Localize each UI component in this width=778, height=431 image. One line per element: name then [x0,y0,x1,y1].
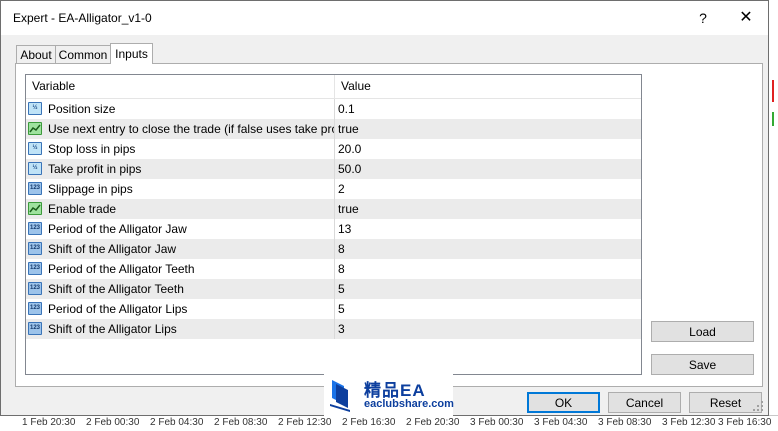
value-cell[interactable]: 0.1 [335,99,641,119]
time-axis-label: 2 Feb 08:30 [214,417,268,428]
variable-name: Enable trade [48,202,117,216]
help-button[interactable]: ? [689,5,717,31]
close-button[interactable]: ✕ [732,5,760,31]
table-row[interactable]: 123 Period of the Alligator Jaw 13 [26,219,641,239]
tab-common[interactable]: Common [55,45,111,63]
variable-name: Position size [48,102,116,116]
time-axis-label: 3 Feb 12:30 [662,417,716,428]
chart-candle [772,80,774,102]
variable-name: Shift of the Alligator Jaw [48,242,177,256]
table-row[interactable]: 123 Shift of the Alligator Teeth 5 [26,279,641,299]
bool-type-icon [28,202,42,215]
value-cell[interactable]: 5 [335,299,641,319]
time-axis-label: 2 Feb 00:30 [86,417,140,428]
column-header-variable[interactable]: Variable [26,75,335,98]
variable-name: Use next entry to close the trade (if fa… [48,122,335,136]
eaclubshare-logo-icon [330,380,350,412]
value-cell[interactable]: 8 [335,239,641,259]
save-button[interactable]: Save [651,354,754,375]
time-axis-label: 1 Feb 20:30 [22,417,76,428]
grid-body: ½ Position size 0.1 Use next entry to close… [26,99,641,339]
variable-cell: ½ Position size [26,99,335,119]
table-row[interactable]: Use next entry to close the trade (if fa… [26,119,641,139]
variable-cell: 123 Shift of the Alligator Jaw [26,239,335,259]
title-bar[interactable]: Expert - EA-Alligator_v1-0 ? ✕ [1,1,768,35]
watermark: 精品EA eaclubshare.com [324,374,454,418]
chart-candle [772,112,774,126]
table-row[interactable]: Enable trade true [26,199,641,219]
column-header-value[interactable]: Value [335,75,641,98]
double-type-icon: ½ [28,162,42,175]
grid-header: Variable Value [26,75,641,99]
time-axis-label: 2 Feb 12:30 [278,417,332,428]
table-row[interactable]: ½ Take profit in pips 50.0 [26,159,641,179]
time-axis-label: 3 Feb 00:30 [470,417,524,428]
bool-type-icon [28,122,42,135]
value-cell[interactable]: 20.0 [335,139,641,159]
variable-name: Period of the Alligator Jaw [48,222,187,236]
table-row[interactable]: 123 Period of the Alligator Lips 5 [26,299,641,319]
integer-type-icon: 123 [28,302,42,315]
variable-cell: Enable trade [26,199,335,219]
variable-cell: 123 Period of the Alligator Teeth [26,259,335,279]
double-type-icon: ½ [28,102,42,115]
table-row[interactable]: ½ Position size 0.1 [26,99,641,119]
table-row[interactable]: ½ Stop loss in pips 20.0 [26,139,641,159]
variable-name: Take profit in pips [48,162,142,176]
watermark-subtitle: eaclubshare.com [364,398,454,410]
variable-name: Shift of the Alligator Teeth [48,282,184,296]
table-row[interactable]: 123 Period of the Alligator Teeth 8 [26,259,641,279]
variable-cell: Use next entry to close the trade (if fa… [26,119,335,139]
variable-name: Slippage in pips [48,182,133,196]
integer-type-icon: 123 [28,222,42,235]
load-button[interactable]: Load [651,321,754,342]
value-cell[interactable]: 13 [335,219,641,239]
integer-type-icon: 123 [28,282,42,295]
double-type-icon: ½ [28,142,42,155]
time-axis-label: 2 Feb 20:30 [406,417,460,428]
time-axis-label: 3 Feb 04:30 [534,417,588,428]
variable-name: Stop loss in pips [48,142,136,156]
variable-cell: 123 Shift of the Alligator Teeth [26,279,335,299]
value-cell[interactable]: 5 [335,279,641,299]
cancel-button[interactable]: Cancel [608,392,681,413]
integer-type-icon: 123 [28,242,42,255]
variable-cell: 123 Shift of the Alligator Lips [26,319,335,339]
integer-type-icon: 123 [28,322,42,335]
value-cell[interactable]: true [335,119,641,139]
variable-cell: ½ Stop loss in pips [26,139,335,159]
table-row[interactable]: 123 Shift of the Alligator Lips 3 [26,319,641,339]
integer-type-icon: 123 [28,182,42,195]
time-axis-label: 3 Feb 16:30 [718,417,772,428]
tab-inputs[interactable]: Inputs [110,43,153,64]
variable-name: Shift of the Alligator Lips [48,322,177,336]
variable-cell: ½ Take profit in pips [26,159,335,179]
variable-name: Period of the Alligator Teeth [48,262,195,276]
window-title: Expert - EA-Alligator_v1-0 [13,11,152,25]
time-axis-label: 3 Feb 08:30 [598,417,652,428]
value-cell[interactable]: 2 [335,179,641,199]
variable-cell: 123 Slippage in pips [26,179,335,199]
time-axis-label: 2 Feb 16:30 [342,417,396,428]
time-axis-label: 2 Feb 04:30 [150,417,204,428]
value-cell[interactable]: 3 [335,319,641,339]
integer-type-icon: 123 [28,262,42,275]
variable-cell: 123 Period of the Alligator Jaw [26,219,335,239]
inputs-grid[interactable]: Variable Value ½ Position size 0.1 Use next… [25,74,642,375]
variable-name: Period of the Alligator Lips [48,302,188,316]
table-row[interactable]: 123 Slippage in pips 2 [26,179,641,199]
value-cell[interactable]: 50.0 [335,159,641,179]
tab-about[interactable]: About [16,45,56,63]
value-cell[interactable]: true [335,199,641,219]
table-row[interactable]: 123 Shift of the Alligator Jaw 8 [26,239,641,259]
ok-button[interactable]: OK [527,392,600,413]
variable-cell: 123 Period of the Alligator Lips [26,299,335,319]
resize-grip-icon[interactable] [752,400,764,412]
value-cell[interactable]: 8 [335,259,641,279]
